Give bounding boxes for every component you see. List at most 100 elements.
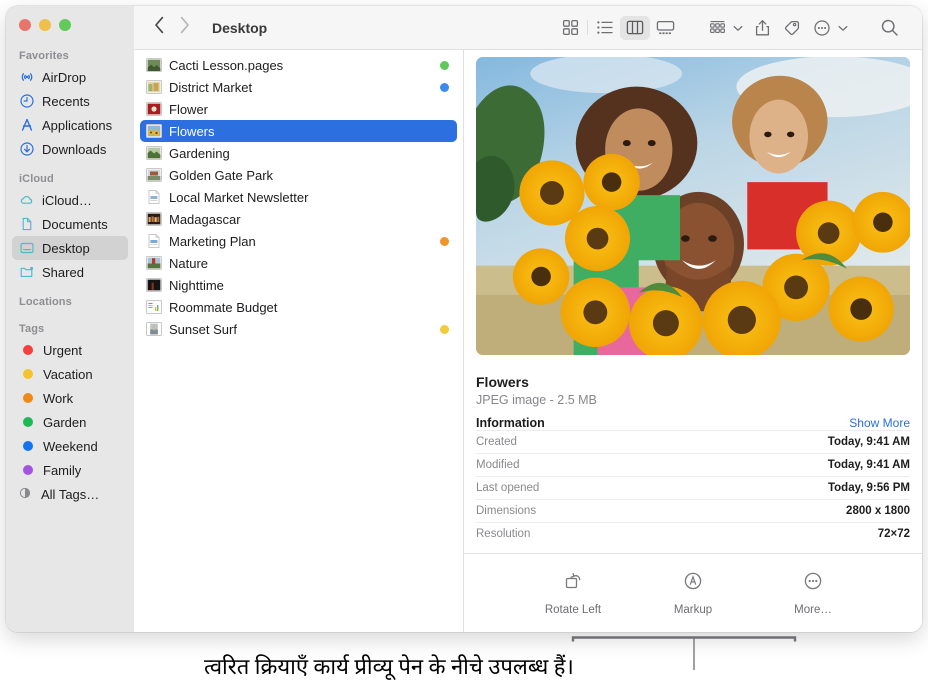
- tag-dot-icon: [23, 369, 33, 379]
- file-name: Marketing Plan: [169, 233, 256, 249]
- document-icon: [19, 216, 35, 232]
- quick-action-markup[interactable]: Markup: [655, 570, 731, 616]
- list-item[interactable]: Nighttime: [140, 274, 457, 296]
- maximize-button[interactable]: [59, 19, 71, 31]
- close-button[interactable]: [19, 19, 31, 31]
- chevron-down-icon[interactable]: [733, 19, 743, 37]
- row-tag-dot-icon: [440, 60, 449, 70]
- sidebar-header-tags: Tags: [19, 323, 45, 335]
- sidebar-header-locations: Locations: [19, 296, 72, 308]
- sidebar-tag-weekend[interactable]: Weekend: [12, 434, 128, 458]
- sidebar-tag-work[interactable]: Work: [12, 386, 128, 410]
- list-item[interactable]: Gardening: [140, 142, 457, 164]
- list-item[interactable]: Cacti Lesson.pages: [140, 54, 457, 76]
- column-view-button[interactable]: [620, 15, 650, 40]
- list-item[interactable]: Flowers: [140, 120, 457, 142]
- list-item[interactable]: Marketing Plan: [140, 230, 457, 252]
- desktop-icon: [19, 240, 35, 256]
- caption-text: त्वरित क्रियाएँ कार्य प्रीव्यू पेन के नी…: [204, 654, 574, 679]
- document-thumbnail-icon: [146, 234, 162, 248]
- search-button[interactable]: [874, 16, 904, 40]
- sidebar-item-label: Desktop: [42, 240, 90, 256]
- preview-file-meta: JPEG image - 2.5 MB: [476, 393, 597, 407]
- sidebar-item-label: Shared: [42, 264, 84, 280]
- image-thumbnail-icon: [146, 80, 162, 94]
- file-list[interactable]: Cacti Lesson.pages District Market Flowe…: [134, 50, 463, 340]
- info-value: Today, 9:41 AM: [827, 459, 910, 471]
- image-thumbnail-icon: [146, 212, 162, 226]
- minimize-button[interactable]: [39, 19, 51, 31]
- list-item[interactable]: Local Market Newsletter: [140, 186, 457, 208]
- sidebar-item-airdrop[interactable]: AirDrop: [12, 65, 128, 89]
- sidebar-item-recents[interactable]: Recents: [12, 89, 128, 113]
- group-by-button[interactable]: [702, 16, 732, 40]
- row-tag-dot-icon: [440, 82, 449, 92]
- image-thumbnail-icon: [146, 146, 162, 160]
- file-name: Nighttime: [169, 277, 224, 293]
- sidebar-item-downloads[interactable]: Downloads: [12, 137, 128, 161]
- image-thumbnail-icon: [146, 256, 162, 270]
- info-value: Today, 9:56 PM: [827, 482, 910, 494]
- share-button[interactable]: [747, 16, 777, 40]
- sidebar-header-icloud: iCloud: [19, 173, 54, 185]
- sidebar-item-applications[interactable]: Applications: [12, 113, 128, 137]
- list-item[interactable]: Golden Gate Park: [140, 164, 457, 186]
- show-more-link[interactable]: Show More: [849, 416, 910, 430]
- row-tag-dot-icon: [440, 324, 449, 334]
- list-view-button[interactable]: [590, 16, 620, 40]
- list-item[interactable]: Roommate Budget: [140, 296, 457, 318]
- document-thumbnail-icon: [146, 190, 162, 204]
- quick-action-more[interactable]: More…: [775, 570, 851, 616]
- caption-area: त्वरित क्रियाएँ कार्य प्रीव्यू पेन के नी…: [0, 632, 928, 700]
- quick-action-rotate-left[interactable]: Rotate Left: [535, 570, 611, 616]
- airdrop-icon: [19, 69, 35, 85]
- row-tag-dot-icon: [440, 236, 449, 246]
- finder-window: Favorites AirDrop Recents Applications D…: [6, 6, 922, 632]
- image-thumbnail-icon: [146, 58, 162, 72]
- back-button[interactable]: [154, 16, 165, 39]
- list-item[interactable]: Madagascar: [140, 208, 457, 230]
- icon-view-button[interactable]: [555, 16, 585, 40]
- sidebar-item-icloud[interactable]: iCloud…: [12, 188, 128, 212]
- shared-icon: [19, 264, 35, 280]
- sidebar-item-label: Recents: [42, 93, 90, 109]
- forward-button[interactable]: [179, 16, 190, 39]
- tag-dot-icon: [23, 465, 33, 475]
- all-tags-icon: [19, 486, 31, 502]
- info-row: Last opened Today, 9:56 PM: [476, 476, 910, 499]
- list-item[interactable]: Flower: [140, 98, 457, 120]
- tag-button[interactable]: [777, 16, 807, 40]
- sidebar-tag-garden[interactable]: Garden: [12, 410, 128, 434]
- sidebar-item-label: Documents: [42, 216, 108, 232]
- sidebar-item-shared[interactable]: Shared: [12, 260, 128, 284]
- applications-icon: [19, 117, 35, 133]
- list-item[interactable]: Sunset Surf: [140, 318, 457, 340]
- sidebar-item-label: All Tags…: [41, 486, 100, 502]
- more-actions-button[interactable]: [807, 16, 837, 40]
- document-thumbnail-icon: [146, 300, 162, 314]
- breadcrumb[interactable]: Desktop: [212, 20, 267, 36]
- list-item[interactable]: Nature: [140, 252, 457, 274]
- sidebar-tag-urgent[interactable]: Urgent: [12, 338, 128, 362]
- sidebar-item-documents[interactable]: Documents: [12, 212, 128, 236]
- sidebar-item-label: Family: [43, 462, 82, 478]
- sidebar-tag-all-tags[interactable]: All Tags…: [12, 482, 128, 506]
- toolbar-divider: [587, 20, 588, 35]
- file-name: Local Market Newsletter: [169, 189, 309, 205]
- toolbar: Desktop: [134, 6, 922, 50]
- sidebar-tag-vacation[interactable]: Vacation: [12, 362, 128, 386]
- tag-dot-icon: [23, 441, 33, 451]
- sidebar-item-desktop[interactable]: Desktop: [12, 236, 128, 260]
- sidebar-header-favorites: Favorites: [19, 50, 69, 62]
- chevron-down-icon[interactable]: [838, 19, 848, 37]
- file-name: Golden Gate Park: [169, 167, 274, 183]
- sidebar-tag-family[interactable]: Family: [12, 458, 128, 482]
- gallery-view-button[interactable]: [650, 16, 680, 40]
- image-thumbnail-icon: [146, 168, 162, 182]
- file-name: Roommate Budget: [169, 299, 278, 315]
- file-name: Sunset Surf: [169, 321, 237, 337]
- info-value: 72×72: [877, 528, 910, 540]
- list-item[interactable]: District Market: [140, 76, 457, 98]
- preview-file-name: Flowers: [476, 374, 529, 390]
- sidebar-item-label: Urgent: [43, 342, 83, 358]
